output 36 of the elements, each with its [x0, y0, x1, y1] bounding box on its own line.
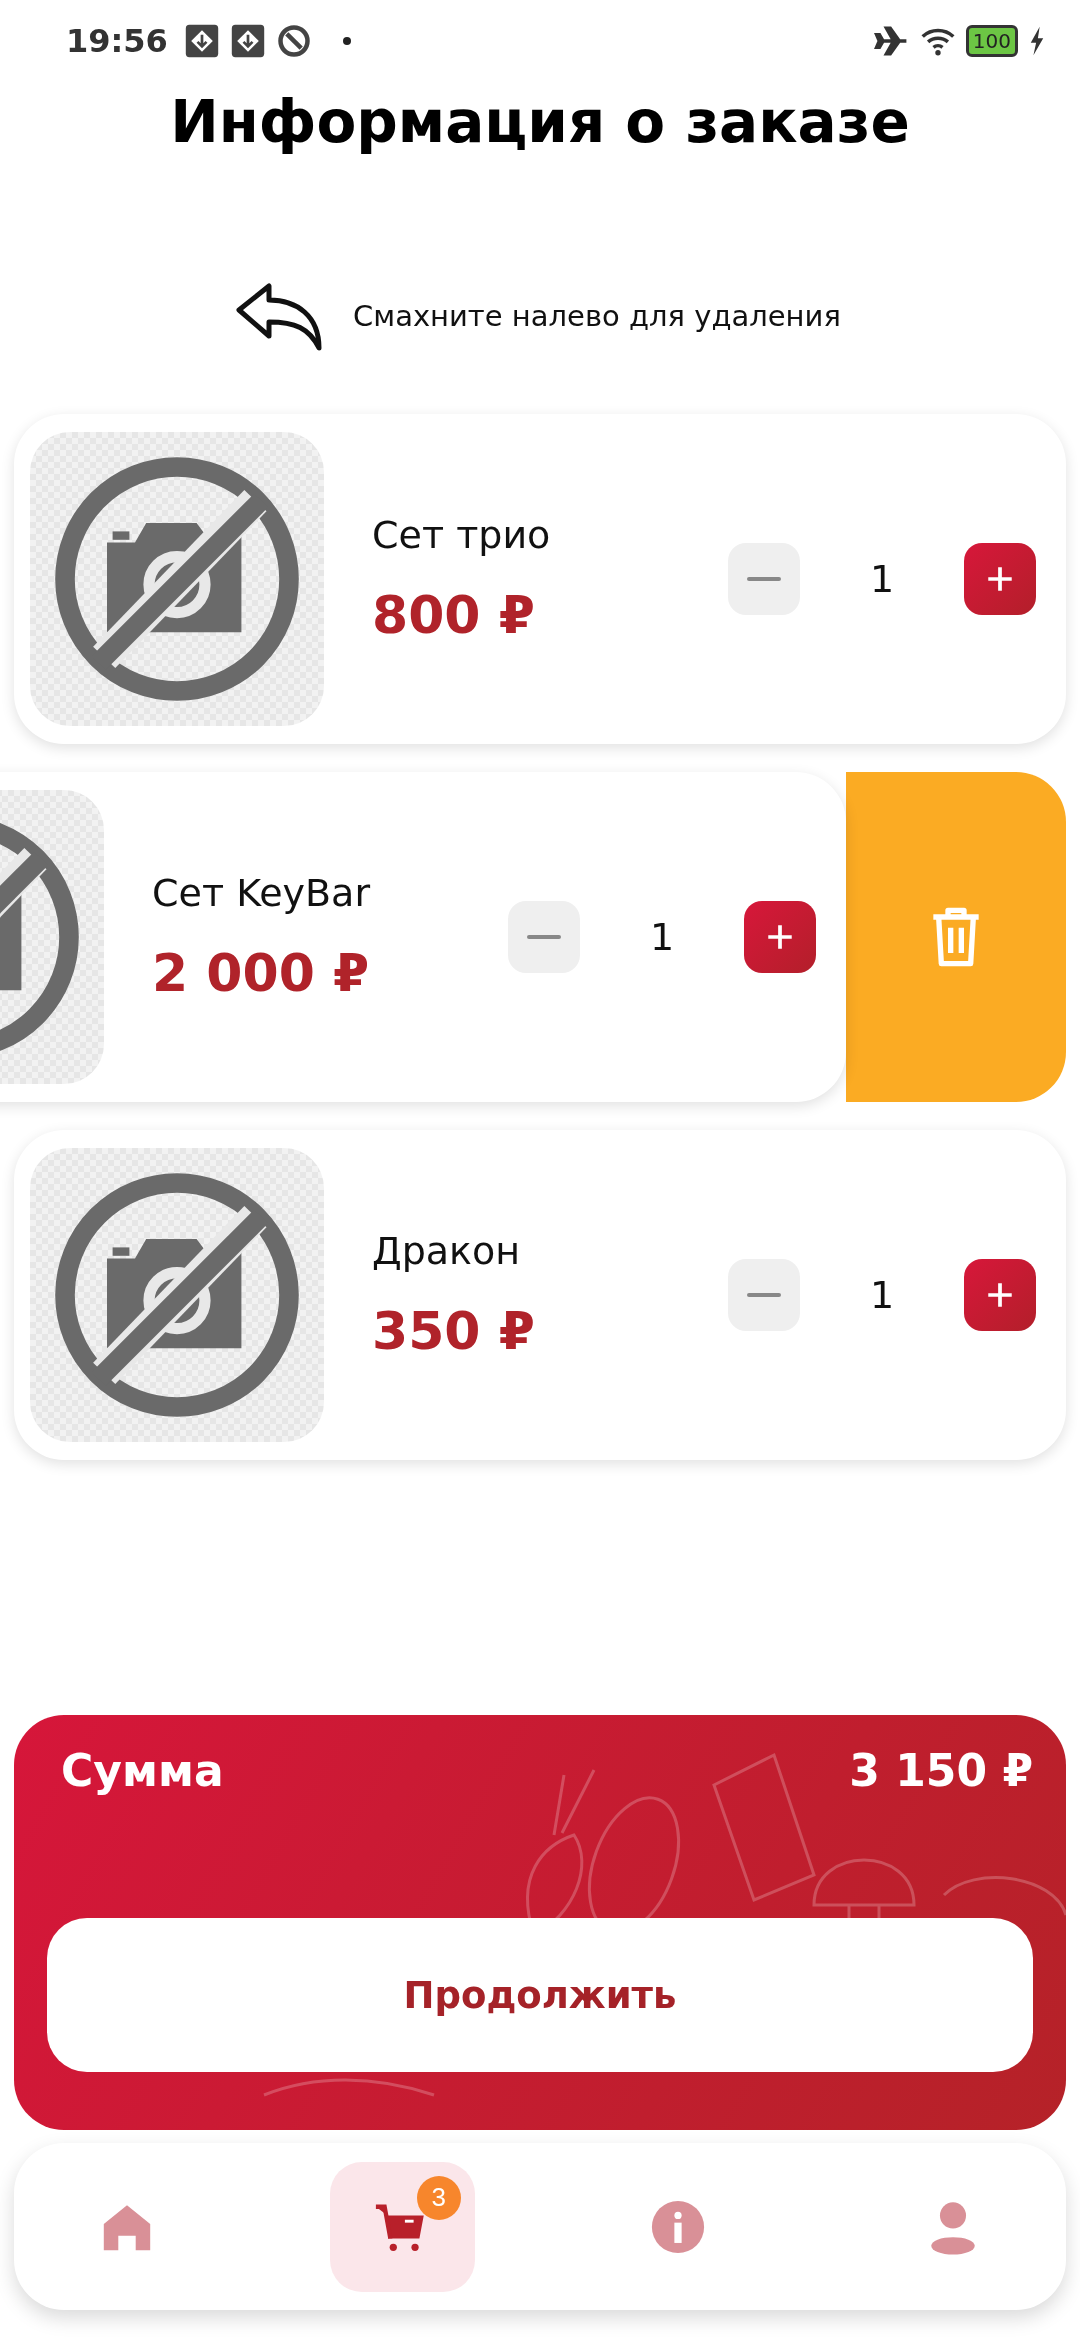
- item-quantity: 1: [648, 915, 676, 959]
- cart-item-card[interactable]: Сет трио 800 ₽ 1: [14, 414, 1066, 744]
- battery-icon: 100: [965, 25, 1018, 57]
- decrease-button[interactable]: [728, 543, 800, 615]
- cart-count-badge: 3: [416, 2175, 461, 2220]
- notification-icon: [183, 23, 220, 59]
- item-price: 350 ₽: [372, 1301, 536, 1361]
- item-price: 800 ₽: [372, 585, 536, 645]
- no-photo-icon: [30, 432, 324, 726]
- status-time: 19:56: [66, 22, 168, 60]
- notification-icon: [229, 23, 266, 59]
- cart-item-card[interactable]: Сет KeyBar 2 000 ₽ 1: [0, 772, 846, 1102]
- page-title: Информация о заказе: [169, 87, 911, 158]
- no-photo-icon: [30, 1148, 324, 1442]
- decrease-button[interactable]: [508, 901, 580, 973]
- item-price: 2 000 ₽: [152, 943, 371, 1003]
- swipe-hint: Смахните налево для удаления: [353, 299, 841, 333]
- continue-button[interactable]: Продолжить: [47, 1918, 1033, 2072]
- minus-icon: [527, 935, 561, 939]
- increase-button[interactable]: [964, 543, 1036, 615]
- delete-button[interactable]: [846, 772, 1066, 1102]
- blocked-icon: [275, 23, 312, 59]
- dot-icon: [341, 36, 352, 46]
- increase-button[interactable]: [964, 1259, 1036, 1331]
- minus-icon: [747, 577, 781, 581]
- total-label: Сумма: [61, 1745, 224, 1796]
- decrease-button[interactable]: [728, 1259, 800, 1331]
- item-name: Дракон: [372, 1229, 522, 1273]
- total-amount: 3 150 ₽: [849, 1745, 1033, 1796]
- item-name: Сет KeyBar: [152, 871, 371, 915]
- item-quantity: 1: [868, 557, 896, 601]
- item-quantity: 1: [868, 1273, 896, 1317]
- increase-button[interactable]: [744, 901, 816, 973]
- item-name: Сет трио: [372, 513, 552, 557]
- minus-icon: [747, 1293, 781, 1297]
- cart-item-card[interactable]: Дракон 350 ₽ 1: [14, 1130, 1066, 1460]
